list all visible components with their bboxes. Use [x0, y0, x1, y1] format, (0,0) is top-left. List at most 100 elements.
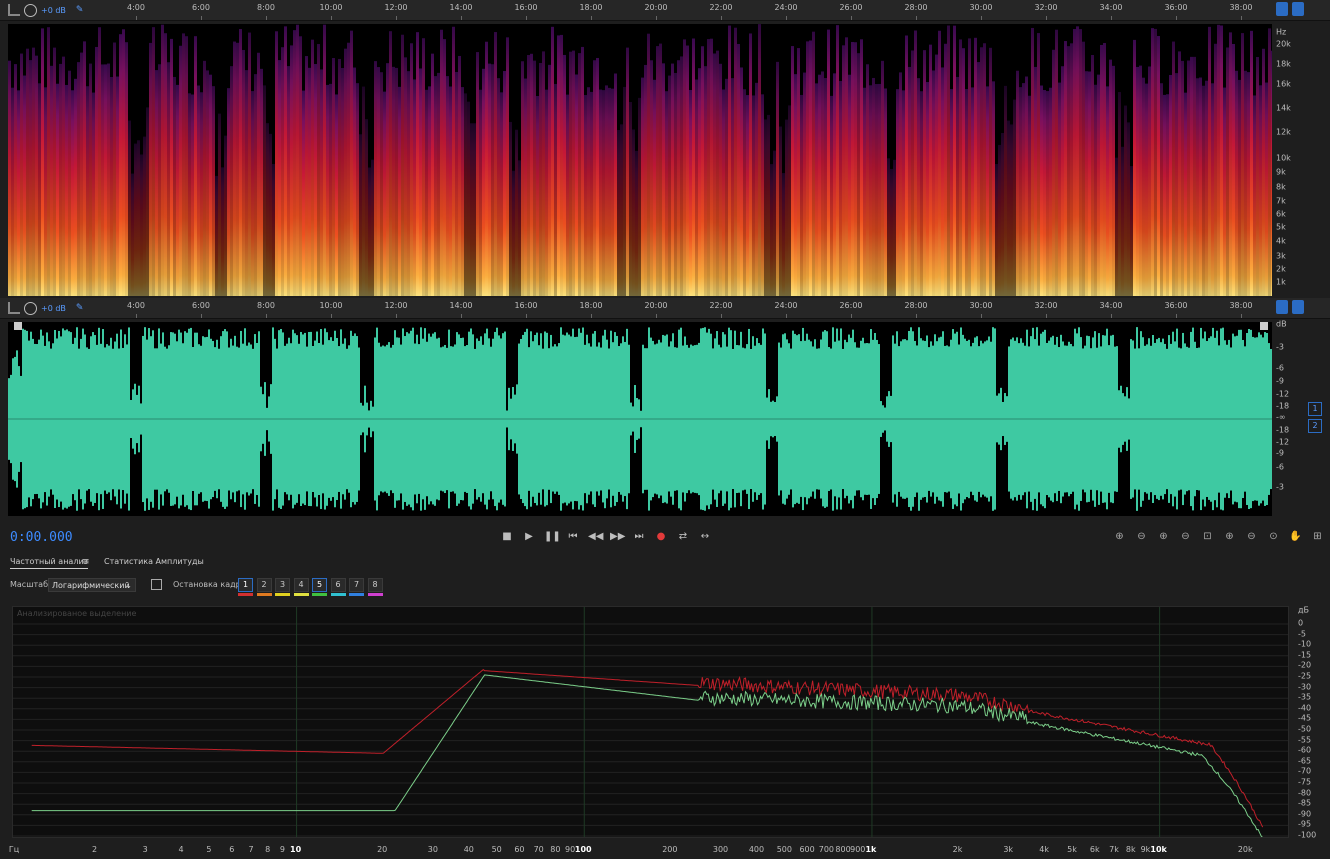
spectrogram-column [674, 72, 677, 296]
spectrogram-column [1046, 91, 1049, 296]
tab-frequency-analysis[interactable]: Частотный анализ [10, 557, 88, 569]
spectrogram-column [716, 50, 719, 296]
freeze-frame-1[interactable]: 1 [238, 578, 253, 592]
spectrogram-column [1190, 56, 1193, 296]
spectrogram-column [29, 60, 32, 296]
tick-mark [331, 16, 332, 20]
freq-tick-label: 20k [1237, 845, 1253, 854]
spectrogram-column [449, 86, 452, 296]
freq-label: 8k [1276, 182, 1286, 192]
spectrogram-column [854, 42, 857, 296]
freeze-frame-8[interactable]: 8 [367, 578, 383, 592]
spectrogram-column [857, 53, 860, 296]
spectrogram-column [236, 42, 239, 296]
spectrogram-column [65, 84, 68, 296]
spectrogram-column [920, 91, 923, 296]
skip-end-icon[interactable]: ⏭ [632, 530, 646, 544]
record-icon[interactable]: ● [654, 530, 668, 544]
headphones-icon[interactable] [1276, 2, 1288, 16]
spectrogram-column [1268, 28, 1271, 296]
spectrogram-column [62, 56, 65, 296]
zoom-reset-icon[interactable]: ⊞ [1310, 530, 1325, 544]
freeze-frame-4[interactable]: 4 [293, 578, 309, 592]
spectrogram-column [377, 67, 380, 296]
spectrogram-column [890, 168, 893, 296]
spectrogram-column [617, 129, 620, 296]
copy-icon[interactable] [151, 579, 162, 590]
db-label: 0 [1298, 618, 1304, 628]
spectrogram-column [614, 73, 617, 296]
ruler-ticks: 4:00 6:00 8:00 10:00 12:00 14:00 16:00 18:00 20:… [8, 298, 1272, 318]
top-time-ruler[interactable]: +0 dB ✎ 4:00 6:00 8:00 10:00 12:00 14:00 16:00… [0, 0, 1330, 21]
spectrogram-column [779, 126, 782, 296]
transport-bar: 0:00.000 ■ ▶ ❚❚ ⏮ ◀◀ ▶▶ ⏭ ● ⇄ ↔ ⊕ ⊖ ⊕ ⊖ … [0, 522, 1330, 552]
mid-time-ruler[interactable]: +0 dB ✎ 4:00 6:00 8:00 10:00 12:00 14:00 16:00… [0, 298, 1330, 319]
amp-label: -∞ [1276, 412, 1286, 422]
zoom-in-time-icon[interactable]: ⊕ [1156, 530, 1171, 544]
tick-mark [721, 16, 722, 20]
pause-icon[interactable]: ❚❚ [544, 530, 561, 544]
spectrogram-column [413, 79, 416, 296]
channel-2-toggle[interactable]: 2 [1308, 419, 1322, 433]
spectrogram-column [866, 64, 869, 296]
tick-label: 4:00 [127, 3, 145, 12]
spectrogram-column [482, 68, 485, 296]
zoom-in-amplitude-icon[interactable]: ⊕ [1112, 530, 1127, 544]
zoom-out-amplitude-icon[interactable]: ⊖ [1134, 530, 1149, 544]
zoom-selection-icon[interactable]: ⊡ [1200, 530, 1215, 544]
freeze-frame-3[interactable]: 3 [275, 578, 290, 592]
db-label: -70 [1298, 766, 1312, 776]
spectrogram-column [296, 24, 299, 296]
spectrogram-column [287, 66, 290, 296]
frequency-graph[interactable]: Анализированое выделение [12, 606, 1289, 838]
headphones-icon[interactable] [1276, 300, 1288, 314]
zoom-out-time-icon[interactable]: ⊖ [1178, 530, 1193, 544]
spectrogram-column [1001, 132, 1004, 296]
rewind-icon[interactable]: ◀◀ [588, 530, 603, 544]
play-icon[interactable]: ▶ [522, 530, 536, 544]
marker-icon[interactable] [1292, 2, 1304, 16]
spectrogram-column [335, 94, 338, 296]
spectrogram-column [1022, 83, 1025, 296]
spectrogram-column [650, 60, 653, 296]
spectrogram-column [437, 72, 440, 296]
freeze-frame-7[interactable]: 7 [349, 578, 364, 592]
scroll-hand-icon[interactable]: ✋ [1288, 530, 1303, 544]
freeze-frame-color [275, 593, 290, 596]
fade-out-handle[interactable] [1260, 322, 1268, 330]
zoom-out-full-icon[interactable]: ⊙ [1266, 530, 1281, 544]
spectrogram-column [938, 30, 941, 296]
skip-start-icon[interactable]: ⏮ [566, 530, 580, 544]
channel-1-toggle[interactable]: 1 [1308, 402, 1322, 416]
spectrogram-column [308, 67, 311, 296]
freeze-frame-5[interactable]: 5 [312, 578, 327, 592]
scale-select[interactable]: Логарифмический ⌄ [48, 578, 136, 592]
spectrogram-column [122, 29, 125, 296]
loop-icon[interactable]: ⇄ [676, 530, 690, 544]
freq-tick-label: 7k [1109, 845, 1119, 854]
current-time[interactable]: 0:00.000 [10, 530, 73, 545]
panel-menu-icon[interactable]: ≡ [82, 557, 90, 567]
freeze-frame-6[interactable]: 6 [330, 578, 346, 592]
spectrogram-column [977, 62, 980, 296]
spectrogram-column [539, 62, 542, 296]
marker-icon[interactable] [1292, 300, 1304, 314]
waveform-display[interactable] [8, 322, 1272, 516]
fade-in-handle[interactable] [14, 322, 22, 330]
fast-forward-icon[interactable]: ▶▶ [610, 530, 625, 544]
spectrogram-column [248, 32, 251, 296]
spectral-frequency-display[interactable] [8, 24, 1272, 296]
stop-icon[interactable]: ■ [500, 530, 514, 544]
spectrogram-column [1241, 33, 1244, 296]
tick-mark [396, 314, 397, 318]
skip-selection-icon[interactable]: ↔ [698, 530, 712, 544]
spectrogram-column [182, 33, 185, 296]
spectrogram-column [626, 47, 629, 296]
spectrogram-column [11, 87, 14, 296]
zoom-out-left-icon[interactable]: ⊖ [1244, 530, 1259, 544]
zoom-in-left-icon[interactable]: ⊕ [1222, 530, 1237, 544]
spectrogram-column [305, 56, 308, 296]
tab-amplitude-statistics[interactable]: Статистика Амплитуды [104, 557, 204, 566]
spectrogram-column [257, 52, 260, 296]
freeze-frame-2[interactable]: 2 [256, 578, 272, 592]
